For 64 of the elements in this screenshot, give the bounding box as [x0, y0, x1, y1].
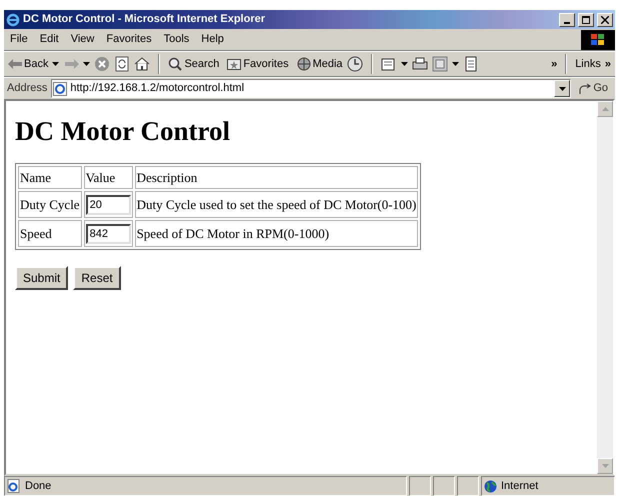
links-button[interactable]: Links: [575, 56, 601, 72]
caret-icon[interactable]: [52, 62, 60, 66]
star-folder-icon: [227, 58, 242, 70]
status-text: Done: [25, 478, 52, 494]
refresh-icon[interactable]: [114, 56, 130, 72]
table-cell: Duty Cycle: [18, 191, 82, 218]
table-cell: Duty Cycle used to set the speed of DC Motor(0-100): [134, 191, 418, 218]
browser-logo-icon: [6, 12, 20, 26]
window-title: DC Motor Control - Microsoft Internet Explorer: [23, 12, 265, 28]
close-icon: [601, 16, 609, 24]
zone-text: Internet: [501, 478, 538, 494]
value-field[interactable]: 842: [86, 224, 131, 244]
dropdown-button[interactable]: [554, 80, 570, 97]
media-button[interactable]: Media: [296, 56, 343, 72]
address-label: Address: [7, 81, 48, 96]
menu-item[interactable]: File: [4, 31, 34, 48]
search-icon: [168, 57, 182, 71]
submit-button[interactable]: Submit: [15, 266, 68, 290]
column-header: Description: [134, 166, 418, 190]
menu-item[interactable]: View: [64, 31, 100, 48]
links-overflow-button[interactable]: »: [604, 56, 611, 72]
vertical-scrollbar[interactable]: [597, 101, 613, 474]
column-header: Name: [18, 166, 82, 190]
page-icon: [53, 82, 68, 96]
maximize-icon: [582, 16, 590, 24]
print-icon[interactable]: [412, 56, 428, 72]
table-cell: Speed of DC Motor in RPM(0-1000): [134, 220, 418, 248]
scroll-down-button[interactable]: [597, 458, 613, 474]
caret-icon[interactable]: [400, 62, 408, 66]
mail-icon[interactable]: [380, 56, 397, 72]
globe-icon: [484, 480, 497, 492]
page-icon: [7, 479, 21, 493]
table-cell: Speed: [18, 220, 82, 248]
column-header: Value: [84, 166, 133, 190]
down-arrow-icon: [602, 464, 608, 468]
back-button[interactable]: Back: [8, 56, 48, 72]
menu-item[interactable]: Help: [195, 31, 230, 48]
close-button[interactable]: [597, 12, 613, 26]
menu-item[interactable]: Favorites: [100, 31, 158, 48]
minimize-icon: [563, 22, 571, 24]
history-icon[interactable]: [346, 56, 363, 72]
value-field[interactable]: 20: [86, 195, 131, 216]
minimize-button[interactable]: [559, 12, 575, 26]
caret-icon[interactable]: [83, 62, 90, 66]
up-arrow-icon: [602, 107, 608, 111]
throbber-logo-icon: [581, 30, 615, 50]
maximize-button[interactable]: [578, 12, 594, 26]
globe-icon: [296, 57, 311, 71]
favorites-button[interactable]: Favorites: [227, 56, 289, 72]
page-heading: DC Motor Control: [15, 115, 231, 148]
toolbar-overflow-button[interactable]: »: [551, 56, 558, 72]
reset-button[interactable]: Reset: [73, 266, 121, 290]
back-arrow-icon: [8, 59, 22, 69]
menu-item[interactable]: Edit: [34, 31, 65, 48]
caret-icon[interactable]: [452, 62, 459, 66]
caret-icon: [558, 86, 566, 90]
address-field[interactable]: http://192.168.1.2/motorcontrol.html: [51, 79, 572, 98]
menu-item[interactable]: Tools: [158, 31, 196, 48]
search-button[interactable]: Search: [168, 56, 220, 72]
go-arrow-icon: [579, 82, 592, 94]
document-icon[interactable]: [462, 56, 479, 72]
home-icon[interactable]: [134, 56, 150, 72]
go-button[interactable]: Go: [575, 80, 612, 97]
scroll-up-button[interactable]: [597, 101, 613, 117]
